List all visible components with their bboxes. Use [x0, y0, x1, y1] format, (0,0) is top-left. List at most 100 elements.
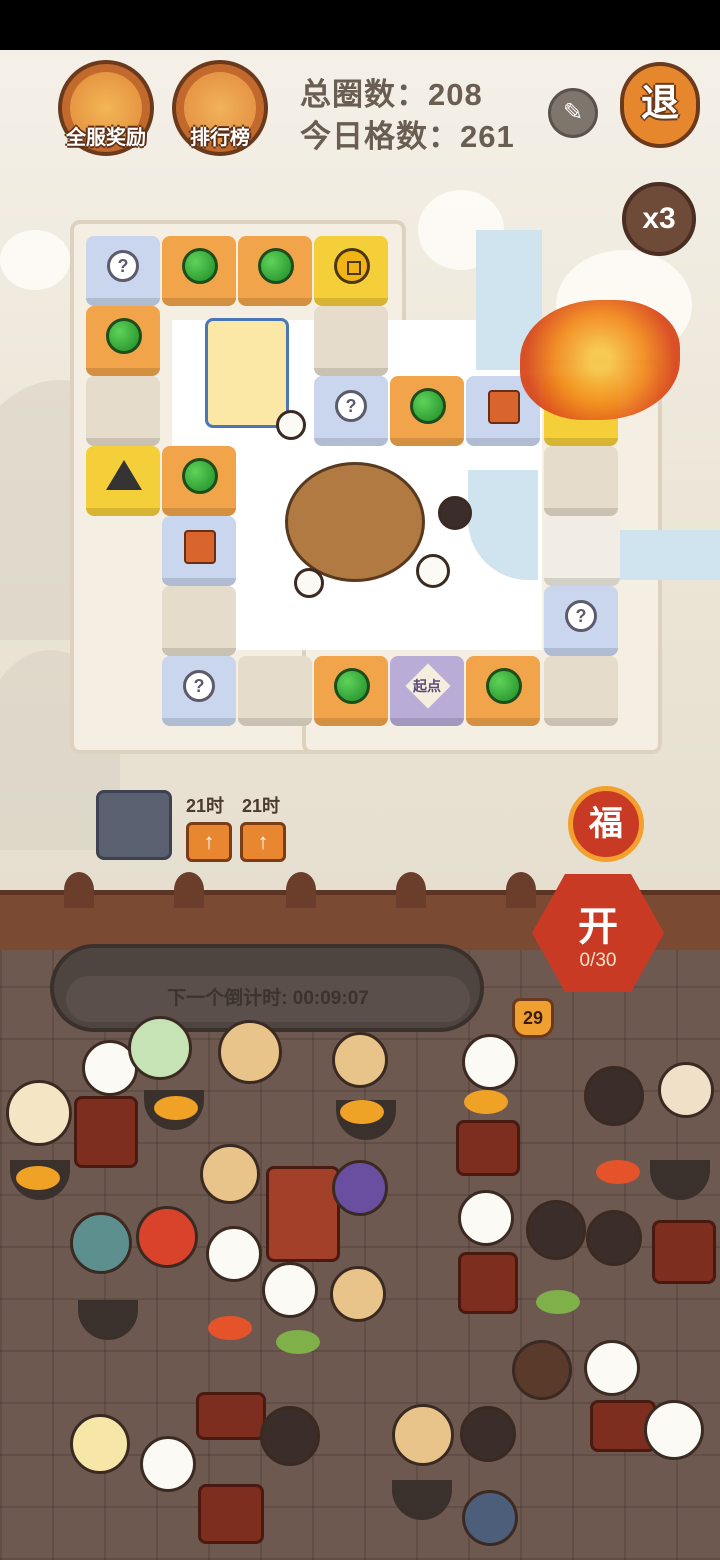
food-stall — [198, 1484, 264, 1544]
minimap-button[interactable] — [96, 790, 172, 860]
chef-boost-button[interactable]: ↑ — [240, 822, 286, 862]
chef-up-icon: ↑ — [257, 829, 269, 854]
brush-icon: ✎ — [562, 99, 584, 126]
fence-post — [396, 872, 426, 908]
card-stack-icon — [184, 530, 216, 564]
start-label: 起点 — [413, 678, 441, 694]
dish — [340, 1100, 384, 1124]
start-tile[interactable]: 起点 — [390, 656, 464, 726]
dish — [208, 1316, 252, 1340]
board-tile[interactable]: ? — [162, 656, 236, 726]
boost-timer-label: 21时 — [242, 796, 281, 816]
chef-character — [458, 1190, 514, 1246]
dish — [276, 1330, 320, 1354]
dish — [596, 1160, 640, 1184]
level-badge: 29 — [512, 998, 554, 1038]
green-apple-icon — [410, 388, 446, 424]
green-apple-icon — [106, 318, 142, 354]
chef-character — [644, 1400, 704, 1460]
chef-character — [206, 1226, 262, 1282]
carrot-boost-button[interactable]: ↑ — [186, 822, 232, 862]
coin-icon — [334, 248, 370, 284]
green-apple-icon — [182, 458, 218, 494]
leaderboard-button[interactable]: 排行榜 — [172, 60, 268, 156]
board-tile[interactable] — [162, 446, 236, 516]
today-tiles-label: 今日格数： — [300, 119, 460, 154]
chef-character — [584, 1066, 644, 1126]
food-stall — [74, 1096, 138, 1168]
leaderboard-label: 排行榜 — [190, 127, 250, 149]
server-reward-button[interactable]: 全服奖励 — [58, 60, 154, 156]
rabbit-character — [276, 410, 306, 440]
board-tile[interactable] — [314, 236, 388, 306]
open-label: 开 — [578, 905, 618, 949]
countdown-belt: 下一个倒计时: 00:09:07 — [66, 976, 470, 1022]
food-stall — [196, 1392, 266, 1440]
chef-character — [218, 1020, 282, 1084]
dish — [536, 1290, 580, 1314]
lantern-pavilion — [205, 318, 289, 428]
food-stall — [458, 1252, 518, 1314]
board-tile[interactable] — [238, 656, 312, 726]
chef-character — [136, 1206, 198, 1268]
exit-button[interactable]: 退 — [620, 62, 700, 148]
board-tile[interactable] — [162, 236, 236, 306]
duck-character — [416, 554, 450, 588]
board-tile[interactable] — [86, 306, 160, 376]
dish — [464, 1090, 508, 1114]
chef-character — [70, 1212, 132, 1274]
chef-character — [140, 1436, 196, 1492]
fence-post — [506, 872, 536, 908]
chef-character — [658, 1062, 714, 1118]
board-tile[interactable] — [314, 656, 388, 726]
chef-character — [462, 1490, 518, 1546]
board-tile[interactable] — [544, 446, 618, 516]
question-icon: ? — [565, 600, 597, 632]
board-tile[interactable] — [86, 376, 160, 446]
board-tile[interactable]: ? — [86, 236, 160, 306]
boost-timer-label: 21时 — [186, 796, 225, 816]
food-stall — [652, 1220, 716, 1284]
total-laps-label: 总圈数： — [300, 77, 428, 112]
chef-character — [460, 1406, 516, 1462]
green-apple-icon — [182, 248, 218, 284]
countdown-value: 00:09:07 — [292, 988, 369, 1009]
multiplier-button[interactable]: x3 — [622, 182, 696, 256]
board-tile[interactable] — [390, 376, 464, 446]
board-tile[interactable] — [238, 236, 312, 306]
chef-character — [332, 1160, 388, 1216]
board-tile[interactable] — [162, 586, 236, 656]
board-tile[interactable] — [466, 656, 540, 726]
board-tile[interactable]: ? — [314, 376, 388, 446]
lap-stats: 总圈数：208 今日格数：261 — [300, 74, 515, 158]
fire-horse-mount — [520, 300, 680, 420]
fence-post — [64, 872, 94, 908]
chef-character — [200, 1144, 260, 1204]
stone-bridge — [544, 516, 620, 586]
board-tile[interactable] — [314, 306, 388, 376]
fence-post — [286, 872, 316, 908]
board-tile[interactable] — [544, 656, 618, 726]
chef-character — [512, 1340, 572, 1400]
chef-character — [526, 1200, 586, 1260]
countdown-label: 下一个倒计时: — [167, 988, 288, 1009]
rice-ball-icon — [106, 460, 142, 490]
duck-character — [294, 568, 324, 598]
river-channel — [620, 530, 720, 580]
food-stall — [266, 1166, 340, 1262]
carrot-up-icon: ↑ — [203, 829, 215, 854]
chef-character — [260, 1406, 320, 1466]
green-apple-icon — [486, 668, 522, 704]
dish — [154, 1096, 198, 1120]
dish — [16, 1166, 60, 1190]
board-tile[interactable]: ? — [544, 586, 618, 656]
server-reward-label: 全服奖励 — [66, 127, 146, 149]
total-laps-value: 208 — [428, 77, 483, 112]
question-icon: ? — [107, 250, 139, 282]
green-apple-icon — [258, 248, 294, 284]
board-tile[interactable] — [162, 516, 236, 586]
fortune-button[interactable]: 福 — [568, 786, 644, 862]
board-tile[interactable] — [86, 446, 160, 516]
edit-note-button[interactable]: ✎ — [548, 88, 598, 138]
chef-character — [584, 1340, 640, 1396]
